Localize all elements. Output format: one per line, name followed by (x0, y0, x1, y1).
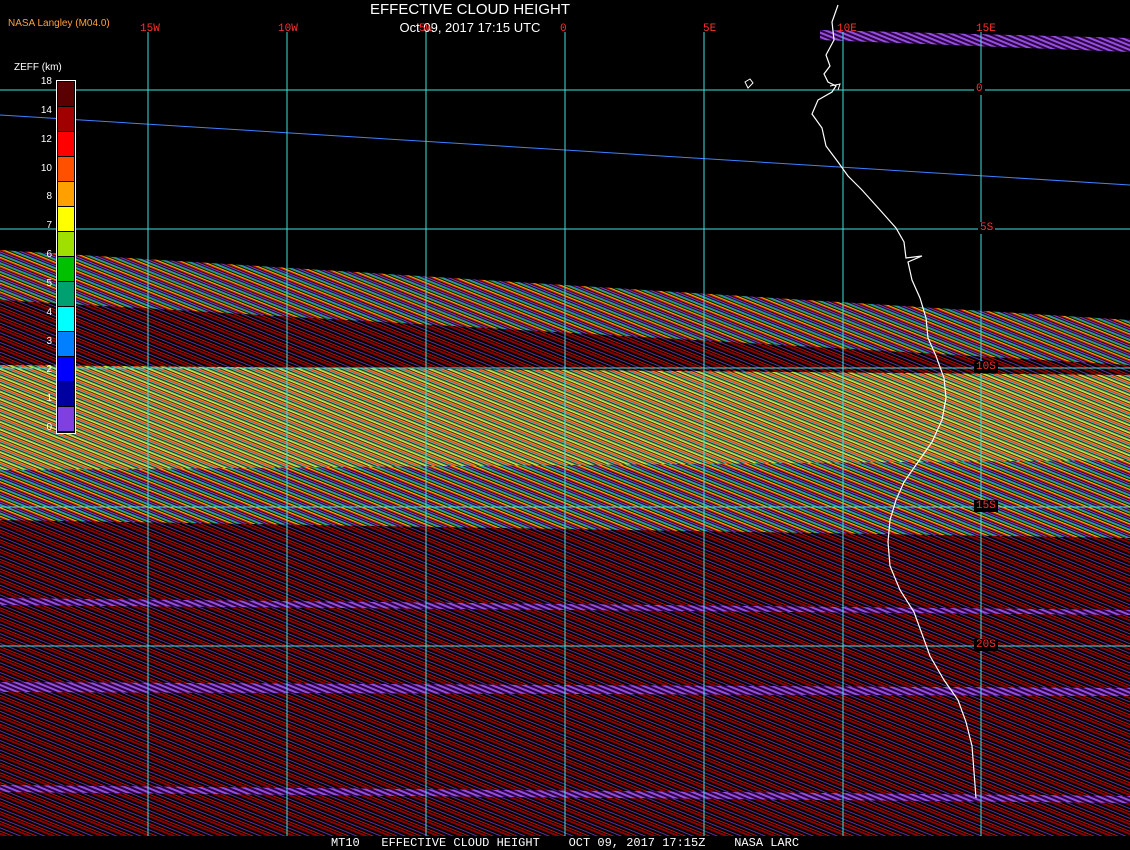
colorbar-cell (58, 132, 74, 157)
lat-label-0: 0 (974, 83, 985, 95)
colorbar-tick-label: 1 (46, 393, 52, 405)
colorbar-tick-label: 12 (40, 133, 52, 145)
colorbar-cell (58, 257, 74, 282)
lon-label-5w: 5W (419, 23, 433, 35)
colorbar-tick-label: 10 (40, 162, 52, 174)
colorbar-tick-label: 5 (46, 277, 52, 289)
colorbar-tick-label: 4 (46, 306, 52, 318)
colorbar-tick-label: 14 (40, 104, 52, 116)
lat-label-15s: 15S (974, 500, 998, 512)
colorbar-tick-label: 8 (46, 191, 52, 203)
lon-label-10w: 10W (278, 23, 298, 35)
colorbar-cell (58, 407, 74, 432)
colorbar-tick-label: 6 (46, 249, 52, 260)
colorbar-cell (58, 232, 74, 257)
lon-label-15e: 15E (976, 23, 996, 35)
colorbar-legend (56, 80, 76, 434)
colorbar-tick-label: 0 (46, 422, 52, 433)
footer-caption: MT10 EFFECTIVE CLOUD HEIGHT OCT 09, 2017… (0, 836, 1130, 850)
cloud-height-map (0, 4, 1130, 850)
colorbar-cell (58, 307, 74, 332)
lat-label-10s: 10S (974, 361, 998, 373)
map-title: EFFECTIVE CLOUD HEIGHT (369, 1, 571, 18)
lon-label-0: 0 (560, 23, 567, 35)
lon-label-15w: 15W (140, 23, 160, 35)
colorbar-title: ZEFF (km) (14, 62, 62, 73)
lon-label-10e: 10E (837, 23, 857, 35)
colorbar-cell (58, 382, 74, 407)
colorbar-cells (58, 82, 74, 432)
colorbar-tick-label: 18 (40, 76, 52, 87)
lat-label-20s: 20S (974, 639, 998, 651)
colorbar-cell (58, 332, 74, 357)
colorbar-tick-label: 3 (46, 335, 52, 347)
colorbar-cell (58, 107, 74, 132)
colorbar-cell (58, 82, 74, 107)
colorbar-cell (58, 357, 74, 382)
colorbar-tick-label: 7 (46, 220, 52, 232)
credit-label: NASA Langley (M04.0) (8, 18, 110, 29)
colorbar-cell (58, 207, 74, 232)
lat-label-5s: 5S (978, 222, 996, 234)
colorbar-cell (58, 282, 74, 307)
colorbar-cell (58, 157, 74, 182)
colorbar-cell (58, 182, 74, 207)
lon-label-5e: 5E (703, 23, 717, 35)
island-bioko (744, 78, 754, 89)
colorbar-tick-label: 2 (46, 364, 52, 376)
